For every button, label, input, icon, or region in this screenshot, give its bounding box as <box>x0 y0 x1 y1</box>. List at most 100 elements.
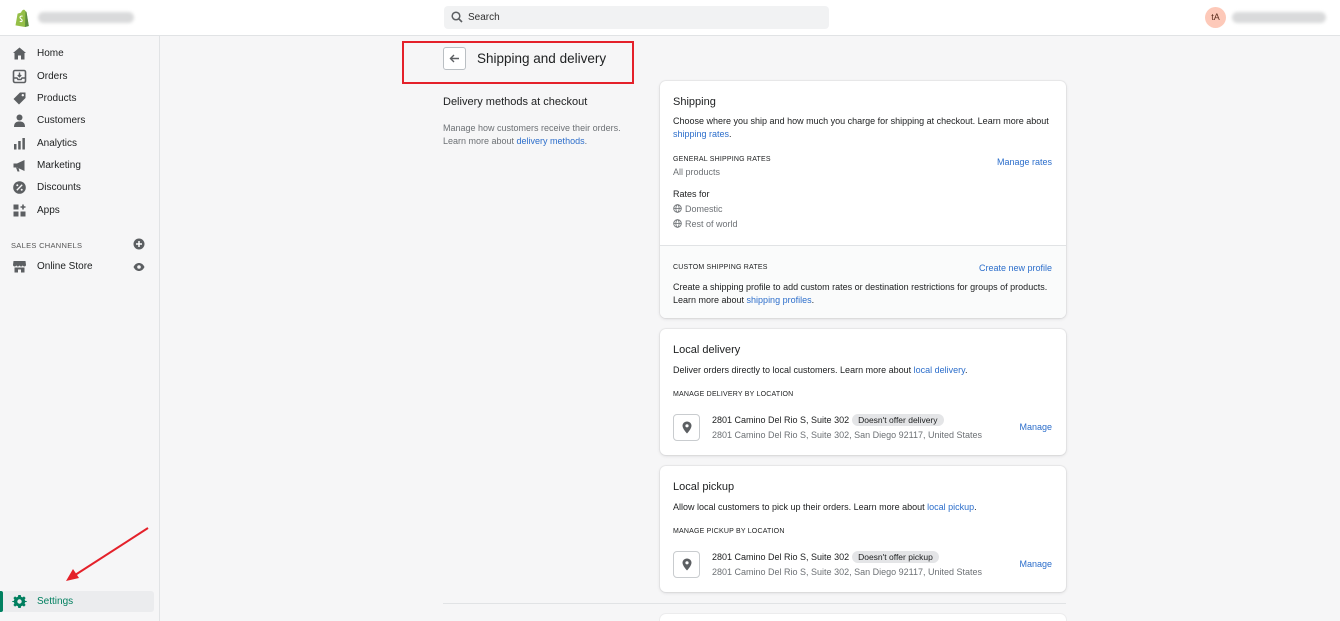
location-pin-icon <box>682 558 692 571</box>
settings-label: Settings <box>37 596 74 607</box>
location-pin-icon <box>682 421 692 434</box>
sidebar-item-settings[interactable]: Settings <box>0 591 154 612</box>
custom-desc-end: . <box>811 295 815 305</box>
location-name: 2801 Camino Del Rio S, Suite 302 Doesn't … <box>712 414 944 426</box>
apps-icon <box>13 204 26 217</box>
shopify-logo-icon[interactable] <box>14 9 30 27</box>
sidebar-item-label: Home <box>37 48 64 59</box>
person-icon <box>14 114 25 127</box>
manage-pickup-link[interactable]: Manage <box>1019 559 1052 569</box>
custom-shipping-rates-caption: CUSTOM SHIPPING RATES <box>673 264 768 271</box>
location-icon-box <box>673 414 700 441</box>
sidebar-item-apps[interactable]: Apps <box>0 201 160 221</box>
section-description: Manage how customers receive their order… <box>443 122 643 148</box>
search-bar[interactable]: Search <box>444 6 829 29</box>
location-name-text: 2801 Camino Del Rio S, Suite 302 <box>712 552 850 562</box>
sidebar-item-orders[interactable]: Orders <box>0 67 160 87</box>
manage-rates-link[interactable]: Manage rates <box>997 157 1052 167</box>
store-icon <box>13 261 26 273</box>
rates-for-label: Rates for <box>673 189 710 199</box>
status-badge: Doesn't offer pickup <box>852 551 939 563</box>
sidebar-item-label: Apps <box>37 205 60 216</box>
globe-icon <box>673 204 682 213</box>
store-name-blurred[interactable] <box>38 12 134 23</box>
sidebar-item-label: Online Store <box>37 261 93 272</box>
discount-icon <box>13 181 26 194</box>
add-sales-channel-icon[interactable] <box>133 238 145 250</box>
shipping-rates-link[interactable]: shipping rates <box>673 129 729 139</box>
description-end: . <box>584 136 588 146</box>
sidebar-item-label: Orders <box>37 71 68 82</box>
local-delivery-card: Local delivery Deliver orders directly t… <box>660 329 1066 455</box>
local-pickup-title: Local pickup <box>673 481 735 493</box>
zone-label: Domestic <box>685 204 723 214</box>
arrow-left-icon <box>449 54 459 63</box>
location-address: 2801 Camino Del Rio S, Suite 302, San Di… <box>712 567 982 577</box>
local-pickup-description: Allow local customers to pick up their o… <box>673 501 1053 514</box>
custom-desc-text: Create a shipping profile to add custom … <box>673 282 1048 305</box>
annotation-arrow-icon <box>66 527 149 581</box>
shipping-desc-end: . <box>729 129 732 139</box>
location-icon-box <box>673 551 700 578</box>
local-pickup-card: Local pickup Allow local customers to pi… <box>660 466 1066 592</box>
sidebar-item-products[interactable]: Products <box>0 89 160 109</box>
zone-rest-of-world: Rest of world <box>673 219 738 229</box>
manage-pickup-caption: MANAGE PICKUP BY LOCATION <box>673 528 785 535</box>
local-delivery-desc-end: . <box>964 365 968 375</box>
next-card-partial <box>660 614 1066 621</box>
location-address: 2801 Camino Del Rio S, Suite 302, San Di… <box>712 430 982 440</box>
sidebar-item-discounts[interactable]: Discounts <box>0 178 160 198</box>
back-button[interactable] <box>443 47 466 70</box>
zone-label: Rest of world <box>685 219 738 229</box>
local-delivery-description: Deliver orders directly to local custome… <box>673 364 1053 377</box>
sidebar-item-label: Marketing <box>37 160 81 171</box>
search-icon <box>451 11 463 23</box>
active-indicator <box>0 591 3 612</box>
description-line-1: Manage how customers receive their order… <box>443 123 621 133</box>
sidebar-item-home[interactable]: Home <box>0 44 160 64</box>
section-divider <box>443 603 1066 604</box>
shipping-card: Shipping Choose where you ship and how m… <box>660 81 1066 318</box>
avatar[interactable]: tA <box>1205 7 1226 28</box>
megaphone-icon <box>13 160 25 172</box>
section-title: Delivery methods at checkout <box>443 96 588 108</box>
gear-icon <box>12 595 27 608</box>
shipping-profiles-link[interactable]: shipping profiles <box>747 295 812 305</box>
manage-delivery-link[interactable]: Manage <box>1019 422 1052 432</box>
sidebar-item-marketing[interactable]: Marketing <box>0 156 160 176</box>
sidebar-item-label: Discounts <box>37 182 81 193</box>
eye-icon[interactable] <box>133 261 145 273</box>
local-pickup-desc-text: Allow local customers to pick up their o… <box>673 502 928 512</box>
tag-icon <box>13 92 26 105</box>
top-bar: Search tA <box>0 0 1340 36</box>
local-pickup-link[interactable]: local pickup <box>927 502 974 512</box>
local-delivery-link[interactable]: local delivery <box>914 365 965 375</box>
local-delivery-desc-text: Deliver orders directly to local custome… <box>673 365 914 375</box>
home-icon <box>13 47 26 60</box>
local-delivery-title: Local delivery <box>673 344 741 356</box>
all-products-text: All products <box>673 167 721 177</box>
location-name-text: 2801 Camino Del Rio S, Suite 302 <box>712 415 850 425</box>
search-placeholder: Search <box>468 12 500 23</box>
orders-icon <box>12 69 27 84</box>
custom-shipping-section: CUSTOM SHIPPING RATES Create new profile… <box>660 245 1066 318</box>
description-line-2: Learn more about <box>443 136 517 146</box>
general-shipping-rates-caption: GENERAL SHIPPING RATES <box>673 156 771 163</box>
sidebar-item-analytics[interactable]: Analytics <box>0 134 160 154</box>
location-name: 2801 Camino Del Rio S, Suite 302 Doesn't … <box>712 551 939 563</box>
bar-chart-icon <box>14 138 25 150</box>
sidebar-item-label: Products <box>37 93 77 104</box>
shipping-desc-text: Choose where you ship and how much you c… <box>673 116 1049 126</box>
shipping-title: Shipping <box>673 96 716 108</box>
delivery-methods-link[interactable]: delivery methods <box>517 136 585 146</box>
user-name-blurred[interactable] <box>1232 12 1326 23</box>
status-badge: Doesn't offer delivery <box>852 414 944 426</box>
create-new-profile-link[interactable]: Create new profile <box>979 263 1052 273</box>
sales-channels-heading: SALES CHANNELS <box>11 241 83 250</box>
sidebar-item-label: Analytics <box>37 138 78 149</box>
manage-delivery-caption: MANAGE DELIVERY BY LOCATION <box>673 391 794 398</box>
page-title: Shipping and delivery <box>477 51 607 66</box>
sidebar-item-customers[interactable]: Customers <box>0 111 160 131</box>
sidebar-item-label: Customers <box>37 115 86 126</box>
local-pickup-desc-end: . <box>974 502 977 512</box>
